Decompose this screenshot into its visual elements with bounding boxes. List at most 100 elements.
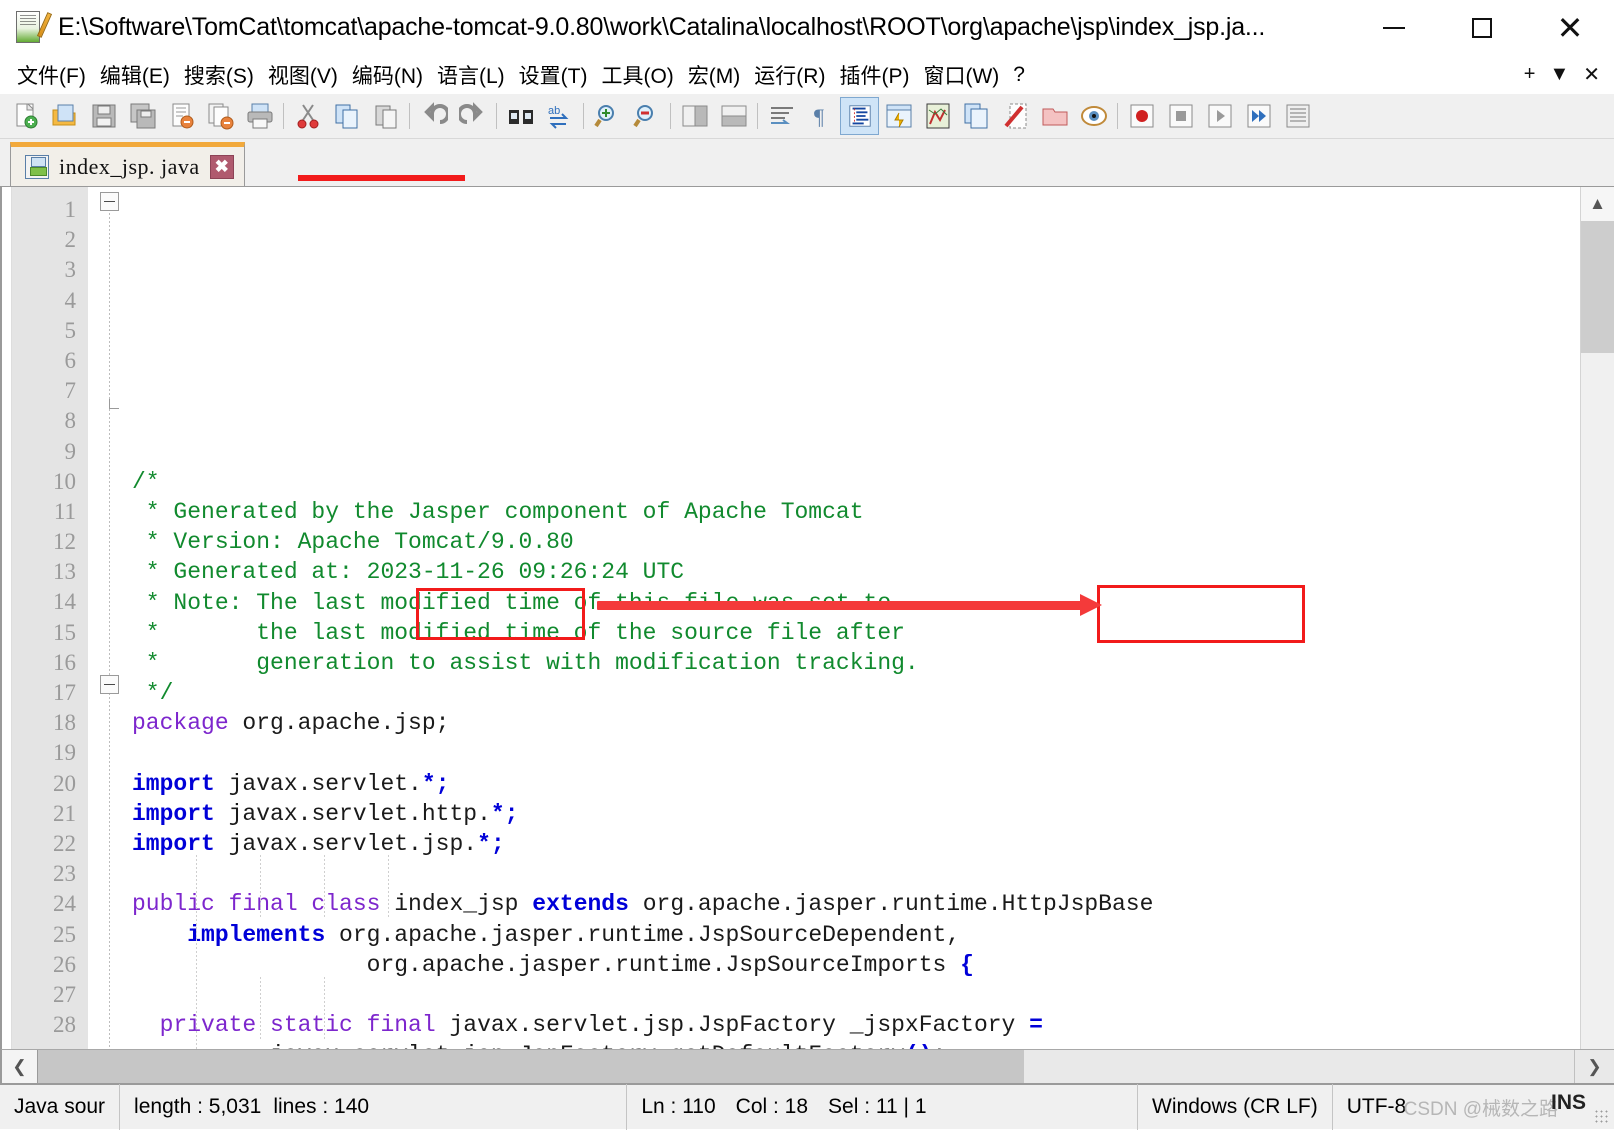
minimize-button[interactable]: [1350, 0, 1438, 56]
code-line[interactable]: [132, 739, 1580, 769]
menu-item-edit[interactable]: 编辑(E): [93, 58, 177, 92]
close-file-icon[interactable]: [162, 97, 201, 135]
vertical-scroll-track[interactable]: [1581, 221, 1614, 1049]
copy-icon[interactable]: [327, 97, 366, 135]
code-token: extends: [532, 891, 629, 918]
menu-item-help[interactable]: ?: [1006, 61, 1032, 89]
code-line[interactable]: import javax.servlet.http.*;: [132, 799, 1580, 829]
show-all-chars-icon[interactable]: ¶: [801, 97, 840, 135]
status-insert-mode[interactable]: INS: [1551, 1091, 1586, 1115]
zoom-in-icon[interactable]: [588, 97, 627, 135]
menu-item-file[interactable]: 文件(F): [10, 58, 93, 92]
code-line[interactable]: * the last modified time of the source f…: [132, 618, 1580, 648]
code-line[interactable]: implements org.apache.jasper.runtime.Jsp…: [132, 920, 1580, 950]
open-file-icon[interactable]: [45, 97, 84, 135]
code-line[interactable]: * Generated at: 2023-11-26 09:26:24 UTC: [132, 557, 1580, 587]
close-all-icon[interactable]: [201, 97, 240, 135]
toolbar-separator: [1113, 101, 1122, 131]
stop-recording-icon[interactable]: [1161, 97, 1200, 135]
menu-item-tools[interactable]: 工具(O): [594, 58, 680, 92]
fold-toggle-line-1[interactable]: [100, 192, 119, 211]
new-file-icon[interactable]: [6, 97, 45, 135]
save-icon[interactable]: [84, 97, 123, 135]
code-text[interactable]: /* * Generated by the Jasper component o…: [132, 187, 1580, 1049]
fold-toggle-line-17[interactable]: [100, 675, 119, 694]
sync-vertical-icon[interactable]: [675, 97, 714, 135]
tab-close-icon[interactable]: ✖: [209, 154, 234, 179]
code-token: {: [960, 951, 974, 978]
cut-icon[interactable]: [288, 97, 327, 135]
code-line[interactable]: import javax.servlet.*;: [132, 769, 1580, 799]
editor-tab-index-jsp-java[interactable]: index_jsp. java ✖: [10, 142, 245, 186]
find-icon[interactable]: [501, 97, 540, 135]
menu-item-search[interactable]: 搜索(S): [177, 58, 261, 92]
menu-item-run[interactable]: 运行(R): [747, 58, 832, 92]
menu-item-settings[interactable]: 设置(T): [512, 58, 595, 92]
horizontal-scroll-thumb[interactable]: [38, 1050, 1024, 1083]
status-doc-type[interactable]: Java sour: [0, 1084, 121, 1130]
menu-item-view[interactable]: 视图(V): [261, 58, 345, 92]
scroll-right-arrow[interactable]: ❯: [1574, 1050, 1614, 1083]
zoom-out-icon[interactable]: [627, 97, 666, 135]
code-line[interactable]: javax.servlet.jsp.JspFactory.getDefaultF…: [132, 1040, 1580, 1049]
vertical-scroll-thumb[interactable]: [1581, 221, 1614, 353]
horizontal-scrollbar[interactable]: ❮ ❯: [0, 1049, 1614, 1083]
code-line[interactable]: * Generated by the Jasper component of A…: [132, 497, 1580, 527]
close-button[interactable]: ✕: [1526, 0, 1614, 56]
horizontal-scroll-track[interactable]: [38, 1050, 1574, 1083]
menu-item-plugins[interactable]: 插件(P): [832, 58, 916, 92]
status-sel: Sel : 11 | 1: [818, 1084, 1139, 1130]
close-tab-icon[interactable]: ✕: [1583, 62, 1600, 87]
toolbar-separator: [579, 101, 588, 131]
undo-icon[interactable]: [414, 97, 453, 135]
code-line[interactable]: package org.apache.jsp;: [132, 708, 1580, 738]
code-line[interactable]: import javax.servlet.jsp.*;: [132, 829, 1580, 859]
function-list-icon[interactable]: [879, 97, 918, 135]
scroll-left-arrow[interactable]: ❮: [2, 1050, 38, 1083]
resize-grip[interactable]: [1594, 1109, 1608, 1123]
code-line[interactable]: org.apache.jasper.runtime.JspSourceImpor…: [132, 950, 1580, 980]
code-folding-margin[interactable]: [88, 187, 132, 1049]
line-number: 28: [53, 1012, 76, 1038]
bookmark-margin[interactable]: [2, 187, 12, 1049]
menu-item-window[interactable]: 窗口(W): [916, 58, 1006, 92]
word-wrap-icon[interactable]: [762, 97, 801, 135]
run-macro-multiple-icon[interactable]: [1239, 97, 1278, 135]
code-token: import: [132, 800, 215, 827]
save-all-icon[interactable]: [123, 97, 162, 135]
run-icon[interactable]: [1278, 97, 1317, 135]
code-line[interactable]: public final class index_jsp extends org…: [132, 889, 1580, 919]
paste-icon[interactable]: [366, 97, 405, 135]
vertical-scrollbar[interactable]: ▲: [1580, 187, 1614, 1049]
folder-as-workspace-icon[interactable]: [1035, 97, 1074, 135]
menu-item-macro[interactable]: 宏(M): [681, 58, 747, 92]
code-token: *;: [421, 770, 450, 797]
macro-record-marker-icon[interactable]: [996, 97, 1035, 135]
document-list-icon[interactable]: [957, 97, 996, 135]
menu-item-encoding[interactable]: 编码(N): [345, 58, 430, 92]
print-icon[interactable]: [240, 97, 279, 135]
code-line[interactable]: * Version: Apache Tomcat/9.0.80: [132, 527, 1580, 557]
code-line[interactable]: * generation to assist with modification…: [132, 648, 1580, 678]
code-line[interactable]: /*: [132, 467, 1580, 497]
scroll-up-arrow[interactable]: ▲: [1581, 187, 1614, 221]
replace-icon[interactable]: ab: [540, 97, 579, 135]
chevron-down-icon[interactable]: ▼: [1549, 63, 1569, 86]
code-line[interactable]: [132, 980, 1580, 1010]
code-line[interactable]: [132, 859, 1580, 889]
indent-guide-icon[interactable]: [840, 97, 879, 135]
add-tab-icon[interactable]: +: [1524, 63, 1536, 86]
sync-horizontal-icon[interactable]: [714, 97, 753, 135]
preview-icon[interactable]: [1074, 97, 1113, 135]
play-macro-icon[interactable]: [1200, 97, 1239, 135]
maximize-button[interactable]: [1438, 0, 1526, 56]
code-line[interactable]: private static final javax.servlet.jsp.J…: [132, 1010, 1580, 1040]
redo-icon[interactable]: [453, 97, 492, 135]
status-eol[interactable]: Windows (CR LF): [1138, 1084, 1333, 1130]
code-line[interactable]: * Note: The last modified time of this f…: [132, 588, 1580, 618]
record-macro-icon[interactable]: [1122, 97, 1161, 135]
code-line[interactable]: */: [132, 678, 1580, 708]
document-map-icon[interactable]: [918, 97, 957, 135]
menu-item-language[interactable]: 语言(L): [430, 58, 512, 92]
